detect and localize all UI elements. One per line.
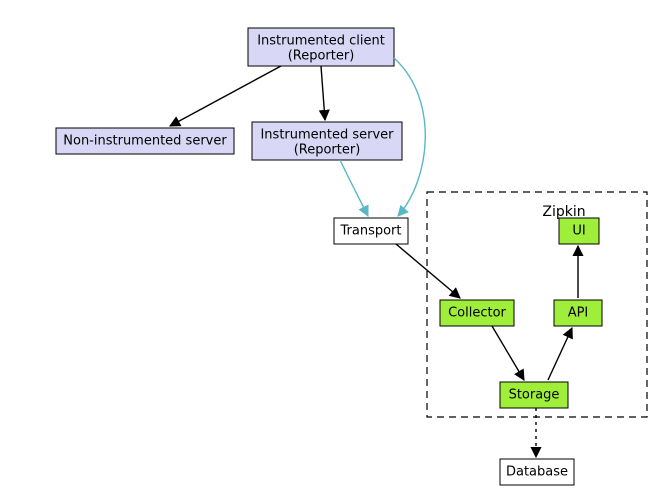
- collector-node: Collector: [440, 300, 514, 326]
- edge-storage-to-api: [548, 328, 572, 380]
- database-node: Database: [500, 459, 574, 485]
- storage-node: Storage: [500, 382, 568, 408]
- ui-label: UI: [572, 224, 585, 239]
- collector-label: Collector: [448, 306, 506, 321]
- non-instrumented-server-label: Non-instrumented server: [63, 134, 227, 149]
- edge-client-to-server: [321, 66, 325, 120]
- api-label: API: [568, 306, 589, 321]
- instrumented-client-label-1: Instrumented client: [257, 34, 385, 49]
- instrumented-client-node: Instrumented client (Reporter): [248, 28, 394, 66]
- instrumented-client-label-2: (Reporter): [288, 49, 355, 64]
- ui-node: UI: [559, 218, 599, 244]
- edge-collector-to-storage: [492, 326, 524, 380]
- api-node: API: [554, 300, 602, 326]
- instrumented-server-node: Instrumented server (Reporter): [252, 122, 402, 160]
- transport-label: Transport: [339, 224, 401, 239]
- edge-client-to-noninstr: [170, 66, 281, 126]
- instrumented-server-label-1: Instrumented server: [260, 128, 394, 143]
- edge-server-to-transport: [340, 160, 368, 216]
- storage-label: Storage: [509, 388, 560, 403]
- architecture-diagram: Zipkin Instrumented client (Reporter) No…: [0, 0, 661, 504]
- non-instrumented-server-node: Non-instrumented server: [56, 128, 234, 154]
- database-label: Database: [506, 465, 568, 480]
- edge-transport-to-collector: [396, 244, 460, 298]
- transport-node: Transport: [334, 218, 408, 244]
- instrumented-server-label-2: (Reporter): [294, 143, 361, 158]
